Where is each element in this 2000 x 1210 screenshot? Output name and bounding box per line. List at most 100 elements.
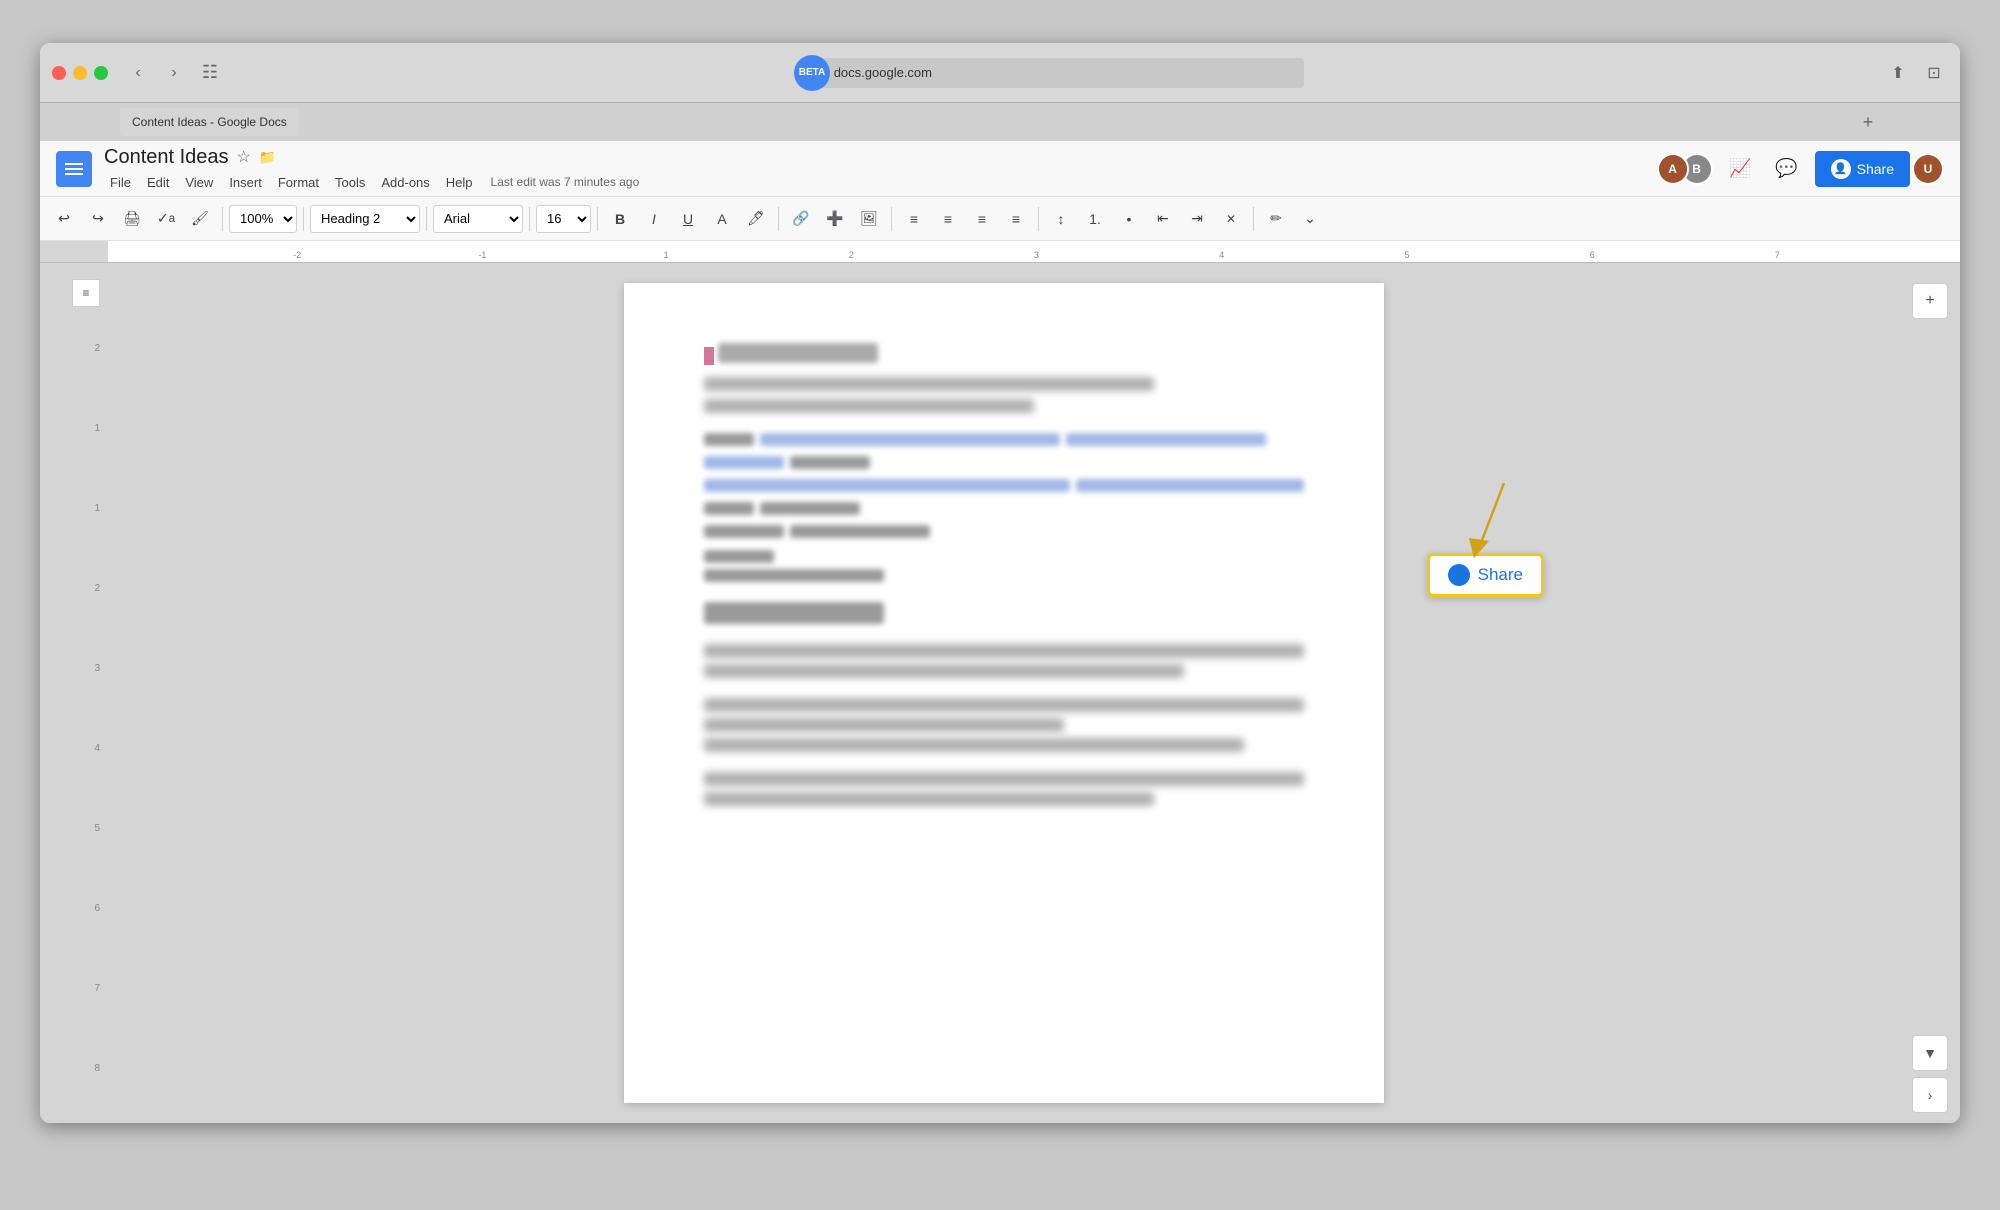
spellcheck-button[interactable]: ✓a (150, 203, 182, 235)
fullscreen-toggle-button[interactable]: ⊡ (1920, 59, 1948, 87)
content-section-title (704, 343, 1304, 413)
docs-header: Content Ideas ☆ 📁 File Edit View Insert … (40, 141, 1960, 197)
ruler-mark: 1 (664, 250, 669, 260)
ruler-mark: 6 (1590, 250, 1595, 260)
link-button[interactable]: 🔗 (785, 203, 817, 235)
toolbar-divider-4 (529, 207, 530, 231)
menu-addons[interactable]: Add-ons (375, 173, 435, 192)
justify-button[interactable]: ≡ (1000, 203, 1032, 235)
document-outline-icon[interactable]: ≡ (72, 279, 100, 307)
ruler-mark: -2 (293, 250, 301, 260)
ruler-num-3: 3 (94, 663, 100, 674)
zoom-select[interactable]: 100% (229, 205, 297, 233)
ruler-num-7: 7 (94, 983, 100, 994)
share-page-button[interactable]: ⬆ (1884, 59, 1912, 87)
decrease-indent-button[interactable]: ⇤ (1147, 203, 1179, 235)
menu-help[interactable]: Help (440, 173, 479, 192)
spacer-row (704, 550, 1304, 582)
current-user-placeholder: U (1914, 155, 1942, 183)
trending-icon-button[interactable]: 📈 (1723, 151, 1759, 187)
increase-indent-button[interactable]: ⇥ (1181, 203, 1213, 235)
align-right-button[interactable]: ≡ (966, 203, 998, 235)
comment-icon-button[interactable]: 💬 (1769, 151, 1805, 187)
font-select[interactable]: Arial (433, 205, 523, 233)
highlight-button[interactable]: 🖊 (740, 203, 772, 235)
back-button[interactable]: ‹ (124, 59, 152, 87)
clear-format-button[interactable]: ✕ (1215, 203, 1247, 235)
new-tab-button[interactable]: + (1856, 110, 1880, 134)
italic-button[interactable]: I (638, 203, 670, 235)
paintformat-button[interactable]: 🖌 (184, 203, 216, 235)
bullet-list-button[interactable]: • (1113, 203, 1145, 235)
docs-menu: File Edit View Insert Format Tools Add-o… (104, 173, 639, 192)
last-edit-text: Last edit was 7 minutes ago (491, 175, 640, 189)
image-button[interactable]: 🖼 (853, 203, 885, 235)
blur-9 (704, 525, 784, 538)
ruler: -2 -1 1 2 3 4 5 6 7 (40, 241, 1960, 263)
logo-line-1 (65, 163, 83, 165)
folder-icon[interactable]: 📁 (259, 149, 276, 166)
heading-select[interactable]: Heading 2 (310, 205, 420, 233)
doc-scroll[interactable]: 👤 Share (108, 263, 1900, 1123)
collapse-panel-button[interactable]: › (1912, 1077, 1948, 1113)
forward-button[interactable]: › (160, 59, 188, 87)
menu-edit[interactable]: Edit (141, 173, 175, 192)
redo-button[interactable]: ↪ (82, 203, 114, 235)
active-tab[interactable]: Content Ideas - Google Docs (120, 108, 299, 136)
docs-title-area: Content Ideas ☆ 📁 File Edit View Insert … (104, 146, 639, 192)
callout-container: 👤 Share (1427, 553, 1544, 597)
blur-selected-2 (1066, 433, 1266, 446)
add-content-button[interactable]: + (1912, 283, 1948, 319)
content-section-extra (704, 772, 1304, 806)
toolbar-divider-2 (303, 207, 304, 231)
align-center-button[interactable]: ≡ (932, 203, 964, 235)
avatar-placeholder-1: A (1659, 155, 1687, 183)
share-header-label: Share (1857, 161, 1894, 177)
ruler-num-4: 4 (94, 743, 100, 754)
pink-marker (704, 347, 714, 365)
docs-toolbar: ↩ ↪ 🖨 ✓a 🖌 100% Heading 2 Arial 16 B I (40, 197, 1960, 241)
share-header-button[interactable]: 👤 Share (1815, 151, 1910, 187)
numbered-list-button[interactable]: 1. (1079, 203, 1111, 235)
font-size-select[interactable]: 16 (536, 205, 591, 233)
menu-tools[interactable]: Tools (329, 173, 371, 192)
ruler-inner: -2 -1 1 2 3 4 5 6 7 (108, 241, 1960, 262)
minimize-button[interactable] (73, 66, 87, 80)
content-section-heading (704, 602, 1304, 624)
row-4 (704, 502, 1304, 521)
menu-view[interactable]: View (179, 173, 219, 192)
content-section-2 (704, 433, 1304, 582)
share-callout-box[interactable]: 👤 Share (1427, 553, 1544, 597)
url-text: docs.google.com (834, 65, 932, 80)
star-icon[interactable]: ☆ (237, 147, 251, 167)
text-color-button[interactable]: A (706, 203, 738, 235)
edit-mode-button[interactable]: ✏ (1260, 203, 1292, 235)
title-bar: ‹ › ☷ BETA 🔒 docs.google.com ⬆ ⊡ (40, 43, 1960, 103)
align-left-button[interactable]: ≡ (898, 203, 930, 235)
menu-insert[interactable]: Insert (223, 173, 268, 192)
navigate-down-button[interactable]: ▼ (1912, 1035, 1948, 1071)
menu-file[interactable]: File (104, 173, 137, 192)
person-icon: 👤 (1831, 159, 1851, 179)
line-spacing-button[interactable]: ↕ (1045, 203, 1077, 235)
ruler-num-2b: 2 (94, 583, 100, 594)
last-blur-1 (704, 698, 1304, 712)
expand-button[interactable]: ⌄ (1294, 203, 1326, 235)
last-blur-3 (704, 738, 1244, 752)
close-button[interactable] (52, 66, 66, 80)
insert-button[interactable]: ➕ (819, 203, 851, 235)
sidebar-toggle-button[interactable]: ☷ (196, 59, 224, 87)
underline-button[interactable]: U (672, 203, 704, 235)
row-with-selection (704, 433, 1304, 452)
blur-selected-1 (760, 433, 1060, 446)
bold-button[interactable]: B (604, 203, 636, 235)
document-title[interactable]: Content Ideas (104, 146, 229, 169)
print-button[interactable]: 🖨 (116, 203, 148, 235)
browser-window: ‹ › ☷ BETA 🔒 docs.google.com ⬆ ⊡ Content… (40, 43, 1960, 1123)
address-bar[interactable]: 🔒 docs.google.com (804, 58, 1304, 88)
undo-button[interactable]: ↩ (48, 203, 80, 235)
blur-sel-6 (1076, 479, 1304, 492)
menu-format[interactable]: Format (272, 173, 325, 192)
fullscreen-button[interactable] (94, 66, 108, 80)
toolbar-divider-9 (1253, 207, 1254, 231)
